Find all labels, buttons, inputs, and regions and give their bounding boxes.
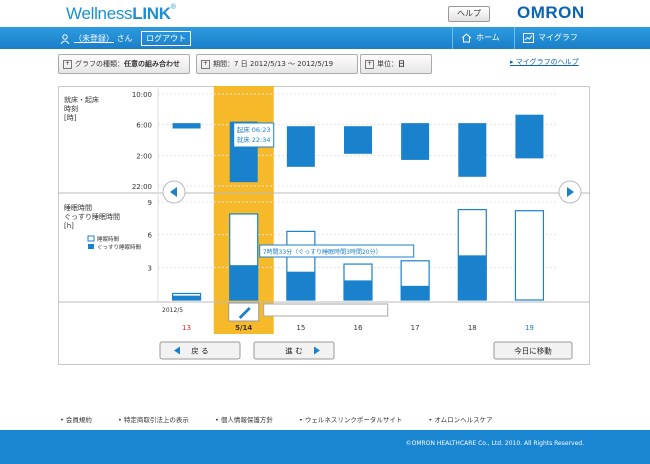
- footer-link[interactable]: • 個人情報保護方針: [215, 416, 285, 424]
- upper-y-tick: 2:00: [136, 152, 152, 160]
- nav-home[interactable]: ホーム: [452, 27, 519, 49]
- upper-y-tick: 6:00: [136, 122, 152, 130]
- sleep-range-bar[interactable]: [515, 114, 544, 159]
- sleep-range-bar[interactable]: [401, 123, 430, 160]
- footer-links: • 会員規約 • 特定商取引法上の表示 • 個人情報保護方針 • ウェルネスリン…: [60, 414, 517, 424]
- logo-mark: ®: [170, 4, 176, 11]
- footer-link[interactable]: • ウェルネスリンクポータルサイト: [299, 416, 414, 424]
- upper-axis-label: 時刻: [64, 104, 78, 113]
- home-icon: [461, 32, 472, 42]
- lower-y-tick: 3: [148, 264, 152, 272]
- omron-logo: OMRON: [517, 3, 585, 22]
- graph-icon: [523, 32, 534, 43]
- wellnesslink-logo[interactable]: WellnessLINK®: [66, 4, 176, 24]
- legend-swatch-sleep: [87, 235, 95, 242]
- unit-selector[interactable]: + 単位：日: [360, 54, 432, 74]
- sleep-range-bar[interactable]: [286, 126, 315, 167]
- mygraph-help-link[interactable]: ▸ マイグラフのヘルプ: [510, 57, 579, 67]
- deep-sleep-bar[interactable]: [344, 280, 372, 300]
- copyright: ©OMRON HEALTHCARE Co., Ltd. 2010. All Ri…: [405, 440, 584, 447]
- expand-icon: +: [365, 59, 374, 69]
- upper-axis-label: [時]: [64, 114, 77, 122]
- footer-bar: [0, 430, 650, 464]
- upper-y-tick: 22:00: [132, 183, 152, 191]
- back-button-label: 戻 る: [191, 346, 208, 356]
- date-label: 5/14: [235, 324, 252, 332]
- upper-y-tick: 10:00: [132, 91, 152, 99]
- graph-type-selector[interactable]: + グラフの種類：任意の組み合わせ: [58, 54, 190, 74]
- sleep-duration-bar[interactable]: [514, 210, 545, 301]
- user-icon: [60, 33, 70, 44]
- date-label: 13: [182, 324, 191, 332]
- period-label: 期間：: [213, 60, 234, 68]
- graph-type-value: 任意の組み合わせ: [124, 60, 180, 68]
- month-label: 2012/5: [162, 307, 183, 314]
- user-area: （未登録） さん ログアウト: [60, 31, 192, 46]
- legend-label-sleep: 睡眠時間: [97, 235, 120, 243]
- unit-label: 単位：: [377, 60, 398, 68]
- today-button-label: 今日に移動: [514, 346, 552, 356]
- logo-text-2: LINK: [132, 4, 171, 23]
- logo-text-1: Wellness: [66, 4, 133, 23]
- nav-mygraph-label: マイグラフ: [538, 33, 578, 42]
- lower-axis-label: [h]: [64, 222, 74, 230]
- user-name-link[interactable]: （未登録）: [74, 34, 114, 43]
- sleep-range-bar[interactable]: [172, 123, 201, 129]
- deep-sleep-bar[interactable]: [458, 255, 487, 300]
- unit-value: 日: [398, 60, 405, 68]
- lower-y-tick: 6: [148, 232, 153, 240]
- nav-mygraph[interactable]: マイグラフ: [514, 27, 603, 49]
- footer-link[interactable]: • オムロンヘルスケア: [428, 416, 504, 424]
- nav-home-label: ホーム: [476, 33, 500, 42]
- deep-sleep-bar[interactable]: [401, 285, 430, 300]
- legend-swatch-deep: [88, 244, 94, 249]
- footer-link[interactable]: • 特定商取引法上の表示: [118, 416, 201, 424]
- date-label: 15: [296, 324, 305, 332]
- deep-sleep-bar[interactable]: [286, 271, 315, 300]
- lower-tooltip-text: 7時間33分（ぐっすり睡眠時間3時間20分）: [263, 248, 382, 256]
- date-label: 19: [525, 324, 534, 332]
- lower-axis-label: ぐっすり睡眠時間: [64, 213, 120, 221]
- mygraph-help-link-label: マイグラフのヘルプ: [515, 58, 579, 66]
- deep-sleep-bar[interactable]: [172, 295, 201, 300]
- logout-button[interactable]: ログアウト: [141, 31, 192, 46]
- period-selector[interactable]: + 期間：7 日 2012/5/13 〜 2012/5/19: [196, 54, 358, 74]
- deep-sleep-bar[interactable]: [229, 265, 258, 300]
- user-suffix: さん: [116, 34, 133, 43]
- upper-tooltip-text: 起床 06:23: [237, 125, 271, 134]
- memo-input[interactable]: [263, 303, 389, 317]
- sleep-range-bar[interactable]: [458, 123, 487, 177]
- date-label: 18: [468, 324, 477, 332]
- next-button-label: 進 む: [285, 347, 302, 356]
- graph-type-label: グラフの種類：: [75, 60, 124, 68]
- period-value: 7 日 2012/5/13 〜 2012/5/19: [234, 60, 334, 68]
- footer-link[interactable]: • 会員規約: [60, 416, 104, 424]
- lower-axis-label: 睡眠時間: [64, 204, 92, 212]
- help-button[interactable]: ヘルプ: [448, 6, 490, 22]
- legend-label-deep: ぐっすり睡眠時間: [97, 243, 142, 251]
- date-label: 17: [411, 324, 420, 332]
- expand-icon: +: [201, 59, 210, 69]
- sleep-chart: 10:006:002:0022:00963就床・起床時刻[時]睡眠時間ぐっすり睡…: [58, 86, 590, 360]
- date-label: 16: [354, 324, 363, 332]
- expand-icon: +: [63, 59, 72, 69]
- upper-tooltip-text: 就床 22:34: [237, 135, 271, 144]
- lower-y-tick: 9: [148, 199, 152, 207]
- upper-axis-label: 就床・起床: [64, 95, 99, 104]
- sleep-range-bar[interactable]: [344, 126, 372, 154]
